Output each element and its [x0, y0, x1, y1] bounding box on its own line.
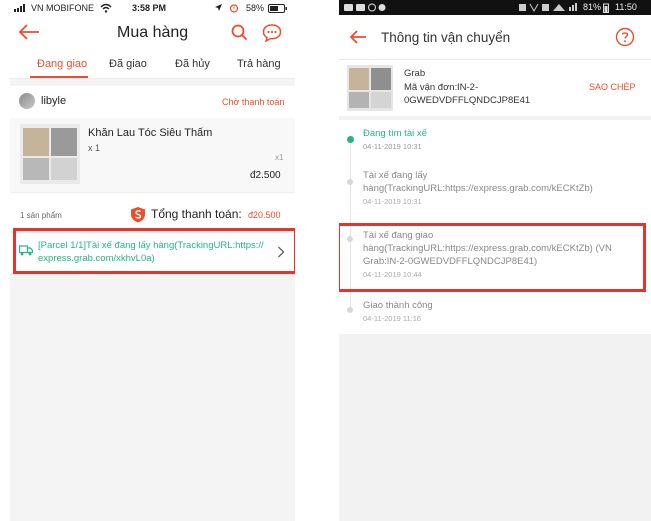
timeline-step-1-time: 04-11-2019 10:31: [363, 142, 422, 151]
waybill-number-line1: IN-2-: [457, 82, 479, 93]
order-tabs: Đang giao Đã giao Đã hủy Trả hàng: [10, 50, 295, 79]
shop-avatar[interactable]: [19, 93, 35, 109]
timeline-step-4-time: 04-11-2019 11:16: [363, 314, 422, 323]
notification-icons: [344, 3, 394, 12]
tab-tra-hang[interactable]: Trả hàng: [237, 58, 281, 70]
system-icons: [519, 3, 579, 12]
total-value: đ20.500: [248, 210, 281, 220]
status-time: 3:58 PM: [132, 3, 167, 13]
alarm-icon: [229, 3, 239, 13]
status-time-right: 11:50: [615, 2, 637, 12]
left-phone-screen: VN MOBIFONE 3:58 PM 58% Mua hàng Đang gi…: [10, 0, 295, 521]
page-title: Mua hàng: [117, 24, 189, 41]
tab-da-huy[interactable]: Đã hủy: [175, 58, 210, 70]
product-row[interactable]: Khăn Lau Tóc Siêu Thấm x 1 x1 đ2.500: [10, 118, 295, 192]
back-arrow-icon[interactable]: [18, 24, 40, 40]
battery-icon-right: [603, 3, 609, 13]
copy-button[interactable]: SAO CHÉP: [589, 82, 636, 92]
battery-level: 58%: [246, 3, 265, 13]
product-price: đ2.500: [250, 170, 281, 181]
carrier-name: Grab: [404, 68, 426, 79]
carrier-name: VN MOBIFONE: [31, 3, 95, 13]
product-thumbnail: [347, 65, 393, 111]
order-card: libyle Chờ thanh toán Khăn Lau Tóc Siêu …: [10, 86, 295, 231]
status-bar: VN MOBIFONE 3:58 PM 58%: [10, 0, 295, 16]
product-thumbnail: [20, 124, 80, 184]
app-header: Mua hàng: [10, 16, 295, 50]
waybill-number-line2: 0GWEDVDFFLQNDCJP8E41: [404, 95, 531, 106]
help-icon[interactable]: [615, 27, 635, 47]
shipping-header: Thông tin vận chuyển: [339, 15, 651, 60]
carrier-card: Grab Mã vận đơn: IN-2- 0GWEDVDFFLQNDCJP8…: [339, 60, 651, 116]
timeline-step-2-line1: Tài xế đang lấy: [363, 170, 428, 181]
active-tab-indicator: [30, 76, 88, 78]
chat-icon[interactable]: [262, 23, 282, 42]
timeline-dot: [347, 307, 353, 313]
right-phone-screen: 81% 11:50 Thông tin vận chuyển Grab Mã v…: [339, 0, 651, 521]
search-icon[interactable]: [231, 24, 248, 41]
order-status: Chờ thanh toán: [222, 97, 285, 107]
total-label: Tổng thanh toán:: [151, 207, 242, 221]
android-status-bar: 81% 11:50: [339, 0, 651, 15]
product-qty: x 1: [88, 143, 101, 153]
shopee-guarantee-icon: [130, 206, 146, 223]
timeline-step-2-line2: hàng(TrackingURL:https://express.grab.co…: [363, 183, 593, 194]
tab-dang-giao[interactable]: Đang giao: [37, 58, 87, 70]
timeline-step-2-time: 04-11-2019 10:31: [363, 197, 422, 206]
location-icon: [214, 3, 223, 12]
timeline-dot: [347, 179, 353, 185]
highlight-box-right: [339, 223, 646, 292]
battery-icon: [268, 4, 288, 13]
timeline-step-1-text: Đang tìm tài xế: [363, 128, 427, 139]
timeline-step-4-text: Giao thành công: [363, 300, 433, 311]
wifi-icon: [100, 3, 112, 13]
signal-icon: [14, 4, 30, 12]
tab-da-giao[interactable]: Đã giao: [109, 58, 147, 70]
waybill-label: Mã vận đơn:: [404, 82, 458, 93]
product-qty-right: x1: [275, 153, 284, 162]
highlight-box-left: [13, 228, 295, 274]
item-count: 1 sản phẩm: [20, 211, 62, 220]
page-title: Thông tin vận chuyển: [381, 30, 511, 45]
back-arrow-icon[interactable]: [349, 30, 367, 44]
shop-name[interactable]: libyle: [41, 95, 66, 107]
battery-level-right: 81%: [583, 2, 602, 12]
timeline-dot-active: [347, 136, 354, 143]
product-name: Khăn Lau Tóc Siêu Thấm: [88, 127, 213, 139]
